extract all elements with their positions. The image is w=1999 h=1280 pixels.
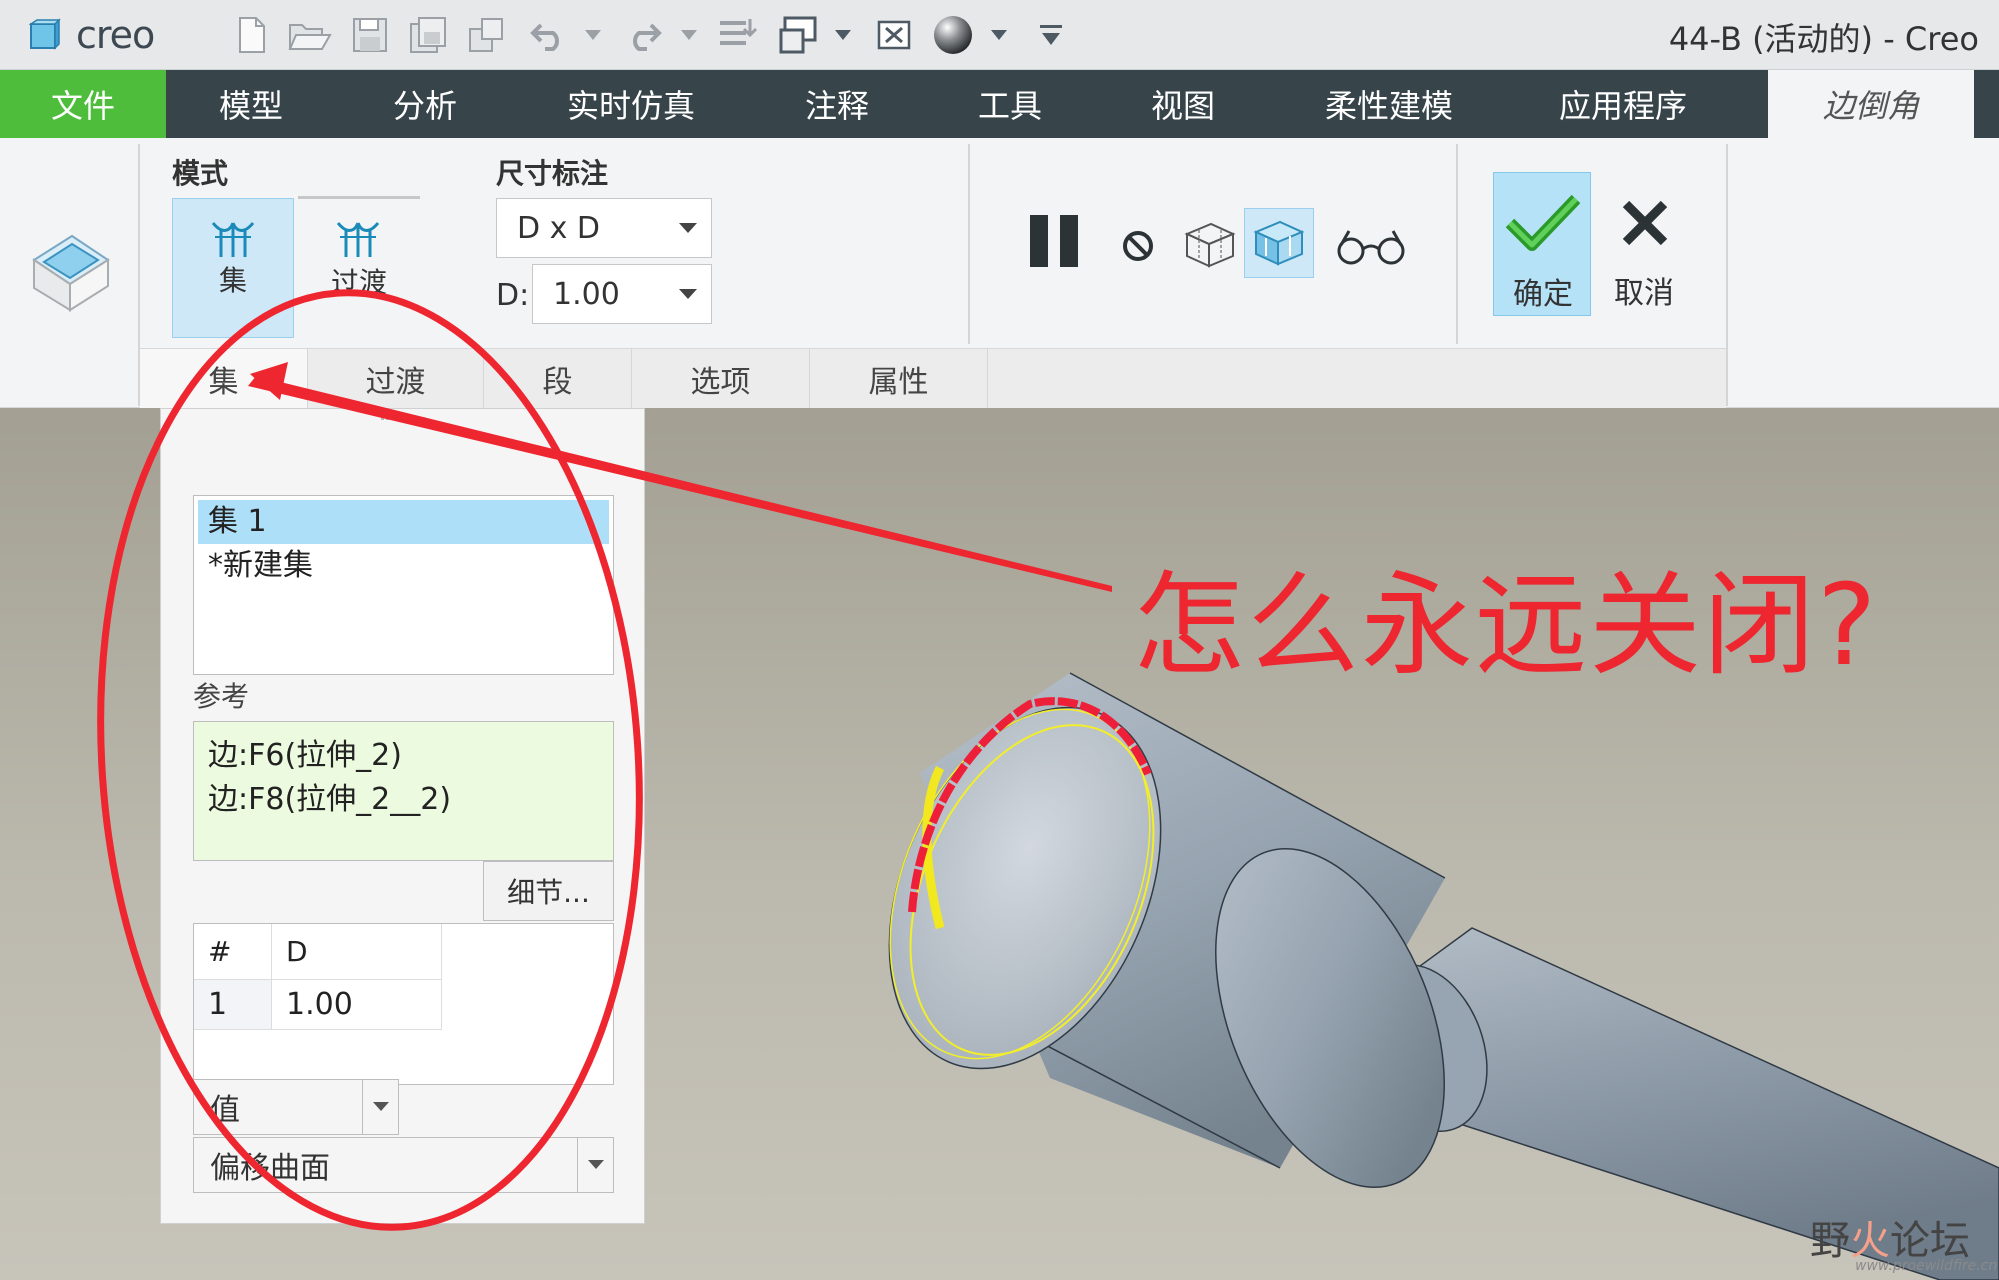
tab-properties[interactable]: 属性 — [810, 349, 988, 409]
menu-file[interactable]: 文件 — [0, 70, 166, 138]
mode-group-label: 模式 — [172, 157, 229, 190]
ribbon-separator — [1726, 144, 1728, 406]
no-preview-icon[interactable] — [1112, 220, 1164, 272]
menu-annotate[interactable]: 注释 — [748, 70, 926, 138]
d-label: D: — [496, 278, 530, 313]
new-file-icon[interactable] — [230, 12, 274, 58]
open-folder-icon[interactable] — [286, 12, 334, 58]
menu-analysis[interactable]: 分析 — [336, 70, 514, 138]
method-text: 偏移曲面 — [210, 1151, 330, 1186]
chevron-down-icon — [362, 1080, 398, 1134]
menu-model[interactable]: 模型 — [166, 70, 336, 138]
window-icon[interactable] — [776, 12, 822, 58]
redo-icon[interactable] — [620, 12, 666, 58]
new-set-item[interactable]: *新建集 — [198, 544, 609, 588]
solid-preview-icon[interactable] — [1244, 208, 1314, 278]
mode-set-button[interactable]: 集 — [172, 198, 294, 338]
dimension-group-label: 尺寸标注 — [496, 157, 609, 190]
dimension-type-value: D x D — [517, 210, 601, 246]
redo-dropdown-icon[interactable] — [674, 12, 704, 58]
mode-transition-button[interactable]: 过渡 — [298, 196, 420, 336]
tab-edge-round[interactable]: 边倒角 — [1768, 70, 1974, 138]
appearance-dropdown-icon[interactable] — [984, 12, 1014, 58]
d-value-combo[interactable]: 1.00 — [532, 264, 712, 324]
annotation-question: 怎么永远关闭? — [1133, 561, 1879, 691]
menu-view[interactable]: 视图 — [1094, 70, 1272, 138]
regenerate-list-icon[interactable] — [716, 12, 760, 58]
reference-item[interactable]: 边:F8(拉伸_2__2) — [208, 774, 451, 818]
close-icon — [1620, 198, 1670, 248]
window-title: 44-B (活动的) - Creo — [1668, 20, 1979, 58]
logo-text: creo — [76, 13, 155, 57]
watermark-url: www.proewildfire.cn — [1855, 1258, 1998, 1274]
value-type-text: 值 — [210, 1093, 240, 1128]
dimension-table: # D 1 1.00 — [193, 923, 614, 1085]
sets-panel: 集 1 *新建集 参考 边:F6(拉伸_2) 边:F8(拉伸_2__2) 细节.… — [160, 408, 645, 1224]
ribbon-separator — [968, 144, 970, 344]
d-value: 1.00 — [553, 276, 620, 312]
mode-transition-label: 过渡 — [330, 266, 387, 299]
checkmark-icon — [1505, 193, 1581, 253]
window-dropdown-icon[interactable] — [828, 12, 858, 58]
customize-toolbar-icon[interactable] — [1036, 12, 1066, 58]
dashboard-tabs: 集 过渡 段 选项 属性 — [140, 348, 1726, 409]
table-cell-index: 1 — [194, 980, 272, 1030]
tab-pieces[interactable]: 段 — [484, 349, 632, 409]
set-list-item[interactable]: 集 1 — [198, 500, 609, 544]
table-header-index: # — [194, 924, 272, 980]
method-dropdown[interactable]: 偏移曲面 — [193, 1137, 614, 1193]
creo-logo: creo — [28, 13, 155, 57]
panel-grip[interactable] — [381, 417, 425, 427]
cancel-button[interactable]: 取消 — [1596, 172, 1692, 316]
menu-tools[interactable]: 工具 — [926, 70, 1094, 138]
title-bar: creo 44-B (活动的) - Creo — [0, 0, 1999, 70]
save-copy-icon[interactable] — [406, 12, 450, 58]
undo-dropdown-icon[interactable] — [578, 12, 608, 58]
set-mode-icon — [209, 213, 257, 261]
ok-label: 确定 — [1513, 277, 1573, 312]
reference-item[interactable]: 边:F6(拉伸_2) — [208, 730, 402, 774]
undo-icon[interactable] — [526, 12, 572, 58]
dimension-type-combo[interactable]: D x D — [496, 198, 712, 258]
tab-options[interactable]: 选项 — [632, 349, 810, 409]
creo-window: creo 44-B (活动的) - Creo 文件 模型 分析 实时仿真 注释 … — [0, 0, 1999, 1280]
tab-sets[interactable]: 集 — [140, 349, 308, 409]
menu-applications[interactable]: 应用程序 — [1506, 70, 1740, 138]
edge-round-feature-icon — [28, 230, 112, 314]
transition-mode-icon — [334, 213, 382, 261]
chevron-down-icon — [679, 223, 697, 233]
details-button[interactable]: 细节... — [483, 861, 614, 921]
chevron-down-icon — [679, 289, 697, 299]
set-list[interactable]: 集 1 *新建集 — [193, 495, 614, 675]
menu-flexible-modeling[interactable]: 柔性建模 — [1272, 70, 1506, 138]
table-header-d: D — [272, 924, 442, 980]
value-type-dropdown[interactable]: 值 — [193, 1079, 399, 1135]
regenerate-icon[interactable] — [464, 12, 508, 58]
tab-transitions[interactable]: 过渡 — [308, 349, 484, 409]
chevron-down-icon — [577, 1138, 613, 1192]
close-window-icon[interactable] — [872, 12, 916, 58]
references-label: 参考 — [193, 680, 250, 713]
verify-glasses-icon[interactable] — [1330, 218, 1412, 274]
menu-bar: 文件 模型 分析 实时仿真 注释 工具 视图 柔性建模 应用程序 边倒角 — [0, 70, 1999, 138]
wireframe-preview-icon[interactable] — [1178, 212, 1242, 278]
mode-set-label: 集 — [218, 264, 247, 297]
menu-live-simulation[interactable]: 实时仿真 — [514, 70, 748, 138]
pause-icon[interactable] — [1014, 206, 1094, 276]
ok-button[interactable]: 确定 — [1493, 172, 1591, 316]
table-cell-d-value[interactable]: 1.00 — [272, 980, 442, 1030]
references-collector[interactable]: 边:F6(拉伸_2) 边:F8(拉伸_2__2) — [193, 721, 614, 861]
appearance-sphere-icon[interactable] — [930, 12, 976, 58]
watermark-prefix: 野 — [1810, 1218, 1850, 1264]
creo-cube-icon — [28, 18, 62, 52]
ribbon-separator — [1456, 144, 1458, 344]
cancel-label: 取消 — [1614, 276, 1674, 311]
save-icon[interactable] — [348, 12, 392, 58]
